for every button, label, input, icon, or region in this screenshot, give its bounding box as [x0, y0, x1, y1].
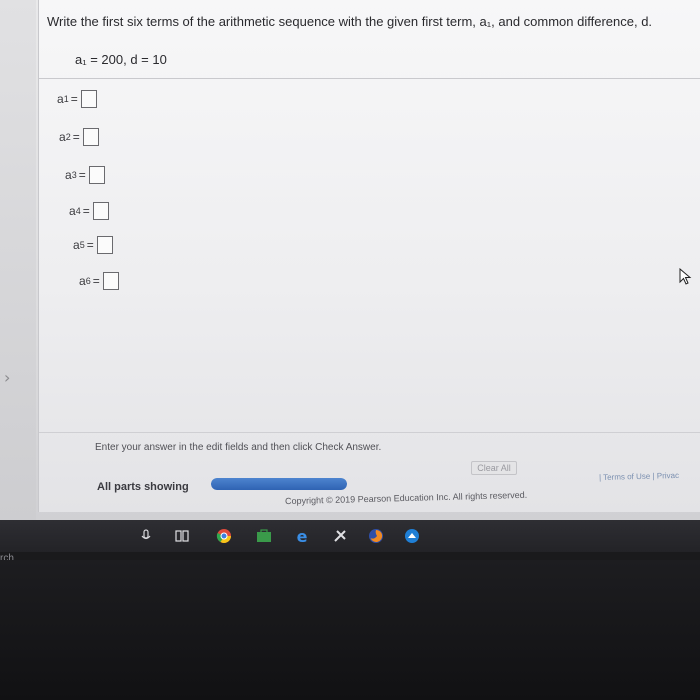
term-sub: 3: [71, 170, 77, 180]
firefox-icon[interactable]: [368, 528, 384, 544]
chevron-right-icon[interactable]: ›: [4, 368, 10, 387]
term-row-1: a 1 =: [57, 90, 97, 108]
footer-divider: [39, 432, 700, 433]
screen: › Write the first six terms of the arith…: [0, 0, 700, 540]
question-panel: Write the first six terms of the arithme…: [38, 0, 700, 512]
term-var: a: [69, 204, 76, 218]
mouse-cursor-icon: [679, 268, 692, 285]
taskbar: [0, 520, 700, 552]
parts-showing-label: All parts showing: [97, 481, 189, 493]
question-text: Write the first six terms of the arithme…: [47, 14, 653, 29]
answer-field-a5[interactable]: [96, 236, 113, 254]
answer-field-a3[interactable]: [88, 166, 105, 184]
equals-sign: =: [72, 130, 80, 144]
term-var: a: [65, 168, 72, 182]
edge-icon[interactable]: e: [294, 527, 310, 546]
term-sub: 5: [79, 240, 85, 250]
app-icon[interactable]: [332, 528, 348, 544]
term-sub: 1: [63, 94, 69, 104]
equals-sign: =: [92, 274, 100, 288]
equals-sign: =: [86, 238, 94, 252]
term-row-5: a 5 =: [73, 236, 113, 254]
clear-all-button[interactable]: Clear All: [471, 461, 517, 475]
instructions-text: Enter your answer in the edit fields and…: [95, 442, 382, 453]
divider: [39, 78, 700, 79]
term-row-3: a 3 =: [65, 166, 105, 184]
blue-app-icon[interactable]: [404, 528, 420, 544]
term-sub: 4: [75, 206, 81, 216]
term-var: a: [73, 238, 80, 252]
store-icon[interactable]: [256, 528, 272, 544]
left-sidebar-edge: ›: [0, 0, 36, 520]
term-row-4: a 4 =: [69, 202, 109, 220]
answer-field-a6[interactable]: [102, 272, 119, 290]
chrome-icon[interactable]: [216, 528, 232, 544]
monitor-bezel: [0, 560, 700, 700]
equals-sign: =: [70, 92, 78, 106]
equals-sign: =: [78, 168, 86, 182]
term-row-2: a 2 =: [59, 128, 99, 146]
answer-field-a2[interactable]: [82, 128, 99, 146]
microphone-icon[interactable]: [138, 528, 154, 544]
given-values: a₁ = 200, d = 10: [75, 52, 167, 67]
progress-bar: [211, 478, 347, 490]
term-var: a: [79, 274, 86, 288]
term-var: a: [57, 92, 64, 106]
answer-field-a4[interactable]: [92, 202, 109, 220]
progress-fill: [211, 478, 347, 490]
term-sub: 6: [85, 276, 91, 286]
answer-field-a1[interactable]: [80, 90, 97, 108]
term-row-6: a 6 =: [79, 272, 119, 290]
footer-links[interactable]: | Terms of Use | Privac: [599, 471, 679, 482]
task-view-icon[interactable]: [174, 528, 190, 544]
term-var: a: [59, 130, 66, 144]
equals-sign: =: [82, 204, 90, 218]
term-sub: 2: [65, 132, 71, 142]
copyright-text: Copyright © 2019 Pearson Education Inc. …: [284, 489, 528, 507]
